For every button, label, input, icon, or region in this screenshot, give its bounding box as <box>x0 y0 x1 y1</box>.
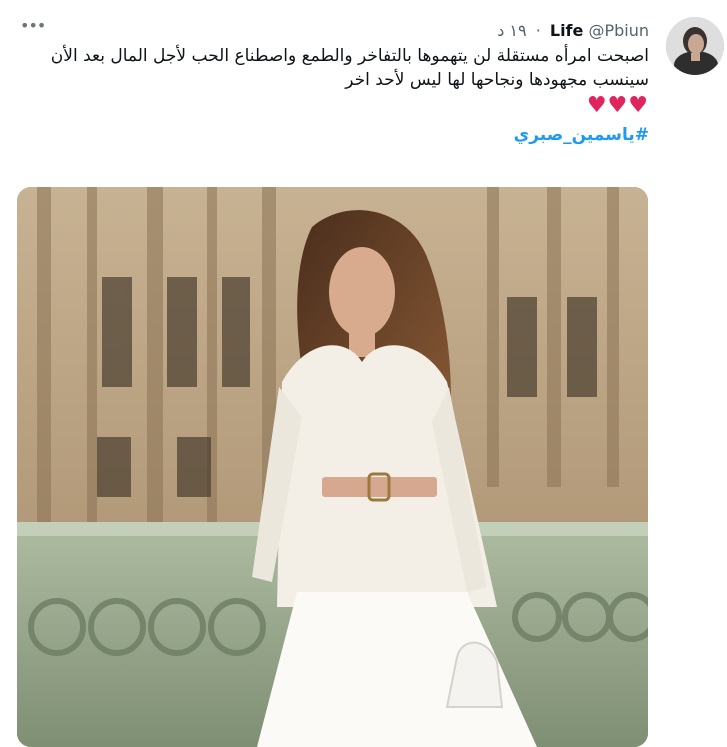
tweet[interactable]: ••• Life @Pbiun · ١٩ د اصبحت امرأه مستقل… <box>0 0 727 747</box>
separator-dot: · <box>535 21 541 40</box>
author-handle[interactable]: @Pbiun <box>588 21 649 40</box>
tweet-photo[interactable] <box>17 187 648 747</box>
avatar[interactable] <box>666 17 724 75</box>
more-horizontal-icon[interactable]: ••• <box>20 18 46 36</box>
tweet-text: اصبحت امرأه مستقلة لن يتهموها بالتفاخر و… <box>24 45 649 148</box>
hashtag-link[interactable]: #ياسمين_صبري <box>514 125 649 145</box>
tweet-text-line-2: سينسب مجهودها ونجاحها لها ليس لأحد اخر <box>345 70 649 90</box>
author-name[interactable]: Life <box>550 21 584 40</box>
tweet-text-line-1: اصبحت امرأه مستقلة لن يتهموها بالتفاخر و… <box>50 46 649 66</box>
heart-emojis: ♥♥♥ <box>586 93 649 118</box>
timestamp[interactable]: ١٩ د <box>497 21 526 40</box>
tweet-header: Life @Pbiun · ١٩ د <box>497 20 649 42</box>
